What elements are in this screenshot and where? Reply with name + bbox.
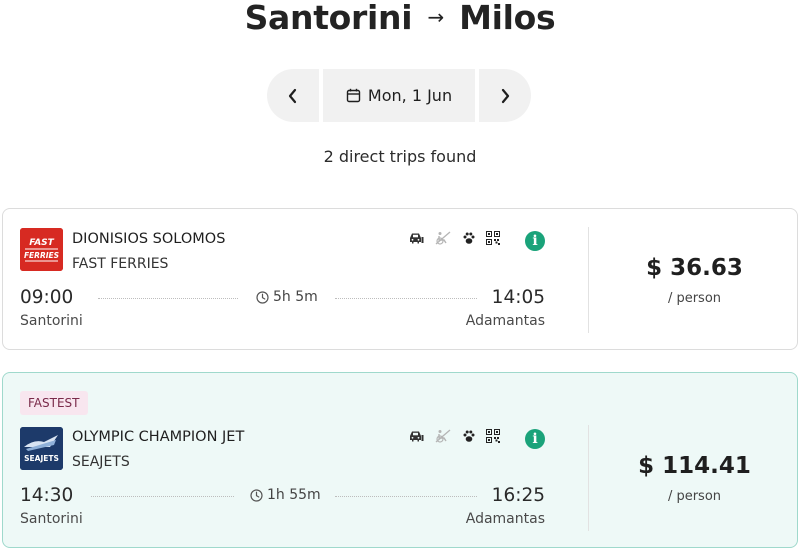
price-unit: / person — [667, 489, 722, 504]
car-icon — [410, 431, 424, 442]
company-name: FAST FERRIES — [72, 256, 169, 272]
clock-icon — [250, 488, 263, 502]
chevron-left-icon — [288, 88, 297, 103]
route-arrow-icon: → — [427, 4, 444, 29]
fastest-badge: FASTEST — [20, 391, 88, 415]
pet-icon — [463, 430, 475, 442]
pet-icon — [463, 232, 475, 244]
chevron-right-icon — [501, 88, 510, 103]
fast-ferries-logo: FAST FERRIES — [20, 228, 63, 271]
price: $ 36.63 — [646, 255, 743, 281]
car-icon — [410, 233, 424, 244]
logo-text-bottom: FERRIES — [24, 251, 59, 260]
departure-time: 14:30 — [20, 485, 74, 506]
date-navigator: Mon, 1 Jun — [267, 69, 531, 122]
no-wheelchair-icon — [435, 429, 451, 443]
departure-port: Santorini — [20, 511, 83, 527]
calendar-icon — [346, 88, 361, 103]
info-icon[interactable]: i — [525, 231, 545, 251]
duration-text: 1h 55m — [267, 487, 321, 503]
selected-date: Mon, 1 Jun — [367, 86, 453, 105]
arrival-port: Adamantas — [465, 511, 545, 527]
qr-code-icon — [486, 429, 500, 443]
vessel-name: OLYMPIC CHAMPION JET — [72, 429, 245, 445]
destination-label: Milos — [459, 0, 556, 37]
amenities — [408, 231, 500, 245]
trips-count: 2 direct trips found — [323, 147, 477, 166]
arrival-time: 16:25 — [491, 485, 545, 506]
duration: 5h 5m — [256, 289, 318, 305]
route-title: Santorini → Milos — [0, 0, 800, 37]
divider — [588, 425, 589, 531]
trip-card[interactable]: FASTEST SEAJETS OLYMPIC CHAMPION JET SEA… — [2, 372, 798, 548]
date-picker-button[interactable]: Mon, 1 Jun — [323, 69, 475, 122]
departure-time: 09:00 — [20, 287, 74, 308]
amenities — [408, 429, 500, 443]
trip-card[interactable]: FAST FERRIES DIONISIOS SOLOMOS FAST FERR… — [2, 208, 798, 350]
info-icon[interactable]: i — [525, 429, 545, 449]
logo-text-top: FAST — [29, 238, 54, 248]
duration: 1h 55m — [250, 487, 321, 503]
seajets-logo: SEAJETS — [20, 427, 63, 470]
previous-day-button[interactable] — [267, 69, 319, 122]
duration-text: 5h 5m — [273, 289, 318, 305]
route-line — [335, 496, 477, 497]
departure-port: Santorini — [20, 313, 83, 329]
route-line — [335, 298, 477, 299]
route-line — [91, 496, 234, 497]
no-wheelchair-icon — [435, 231, 451, 245]
route-line — [98, 298, 238, 299]
price-unit: / person — [667, 291, 722, 306]
arrival-port: Adamantas — [465, 313, 545, 329]
company-name: SEAJETS — [72, 454, 130, 470]
next-day-button[interactable] — [479, 69, 531, 122]
clock-icon — [256, 290, 269, 304]
arrival-time: 14:05 — [491, 287, 545, 308]
qr-code-icon — [486, 231, 500, 245]
price: $ 114.41 — [638, 453, 751, 479]
origin-label: Santorini — [244, 0, 413, 37]
vessel-name: DIONISIOS SOLOMOS — [72, 231, 226, 247]
logo-text: SEAJETS — [24, 454, 59, 463]
divider — [588, 227, 589, 333]
